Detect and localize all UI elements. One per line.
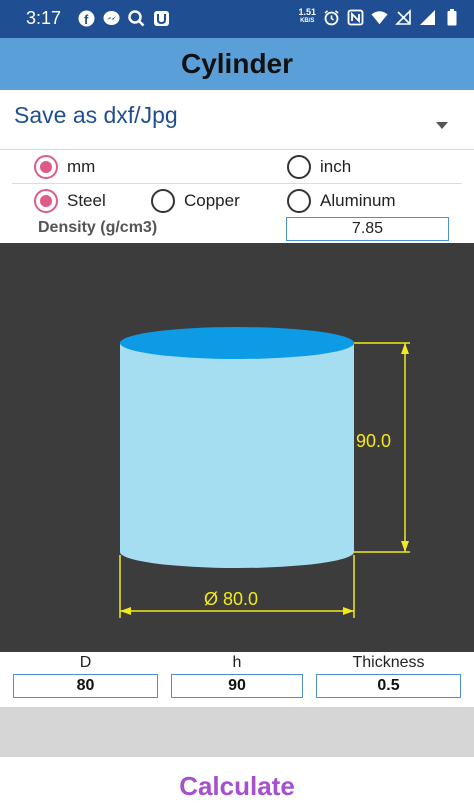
title-bar: Cylinder <box>0 38 474 90</box>
status-notification-icons: f <box>78 10 170 27</box>
radio-inch-label: inch <box>320 157 352 176</box>
radio-steel-label: Steel <box>67 191 106 210</box>
radio-aluminum-indicator[interactable] <box>287 189 311 213</box>
battery-icon <box>443 8 460 26</box>
radio-mm[interactable]: mm <box>34 155 95 179</box>
radio-inch[interactable]: inch <box>287 155 351 179</box>
dropdown-selected-value: Save as dxf/Jpg <box>14 102 178 128</box>
cylinder-drawing: 90.0 Ø 80.0 <box>0 243 474 652</box>
alarm-icon <box>323 9 340 26</box>
radio-mm-indicator[interactable] <box>34 155 58 179</box>
svg-text:f: f <box>84 12 89 27</box>
thickness-input[interactable]: 0.5 <box>316 674 461 698</box>
search-app-icon <box>128 10 145 27</box>
facebook-icon: f <box>78 10 95 27</box>
dropdown-arrow-icon[interactable] <box>436 116 448 134</box>
status-bar: 3:17 f 1.51 KB/S <box>0 0 474 38</box>
radio-aluminum-label: Aluminum <box>320 191 396 210</box>
signal-icon <box>419 9 436 26</box>
radio-steel-indicator[interactable] <box>34 189 58 213</box>
calculate-button[interactable]: Calculate <box>0 766 474 806</box>
status-time: 3:17 <box>26 8 62 28</box>
dimension-inputs: D 80 h 90 Thickness 0.5 <box>0 652 474 706</box>
radio-mm-label: mm <box>67 157 96 176</box>
height-input[interactable]: 90 <box>171 674 303 698</box>
cylinder-svg: 90.0 Ø 80.0 <box>119 327 410 618</box>
height-field-label: h <box>232 654 242 671</box>
density-label: Density (g/cm3) <box>38 219 158 236</box>
status-system-icons: 1.51 KB/S <box>298 8 460 26</box>
radio-copper[interactable]: Copper <box>151 189 240 213</box>
save-format-dropdown[interactable]: Save as dxf/Jpg <box>0 90 474 150</box>
diameter-input[interactable]: 80 <box>13 674 158 698</box>
height-label: 90.0 <box>356 431 391 451</box>
cylinder-body <box>120 343 354 568</box>
cylinder-top <box>120 327 354 359</box>
radio-steel[interactable]: Steel <box>34 189 106 213</box>
radio-inch-indicator[interactable] <box>287 155 311 179</box>
page-title: Cylinder <box>180 48 294 79</box>
density-input[interactable]: 7.85 <box>286 217 449 241</box>
thickness-field-label: Thickness <box>352 654 425 671</box>
diameter-label: Ø 80.0 <box>204 589 258 609</box>
messenger-icon <box>103 10 120 27</box>
material-radio-group: Steel Copper Aluminum <box>12 185 462 219</box>
net-speed: 1.51 KB/S <box>298 7 316 25</box>
nfc-icon <box>347 9 364 26</box>
app-icon <box>153 10 170 27</box>
diameter-field-label: D <box>79 654 92 671</box>
no-data-icon <box>395 8 412 26</box>
divider <box>12 183 462 184</box>
result-area <box>0 707 474 757</box>
wifi-icon <box>371 9 388 26</box>
radio-aluminum[interactable]: Aluminum <box>287 189 396 213</box>
radio-copper-label: Copper <box>184 191 240 210</box>
unit-radio-group: mm inch <box>12 151 462 185</box>
radio-copper-indicator[interactable] <box>151 189 175 213</box>
